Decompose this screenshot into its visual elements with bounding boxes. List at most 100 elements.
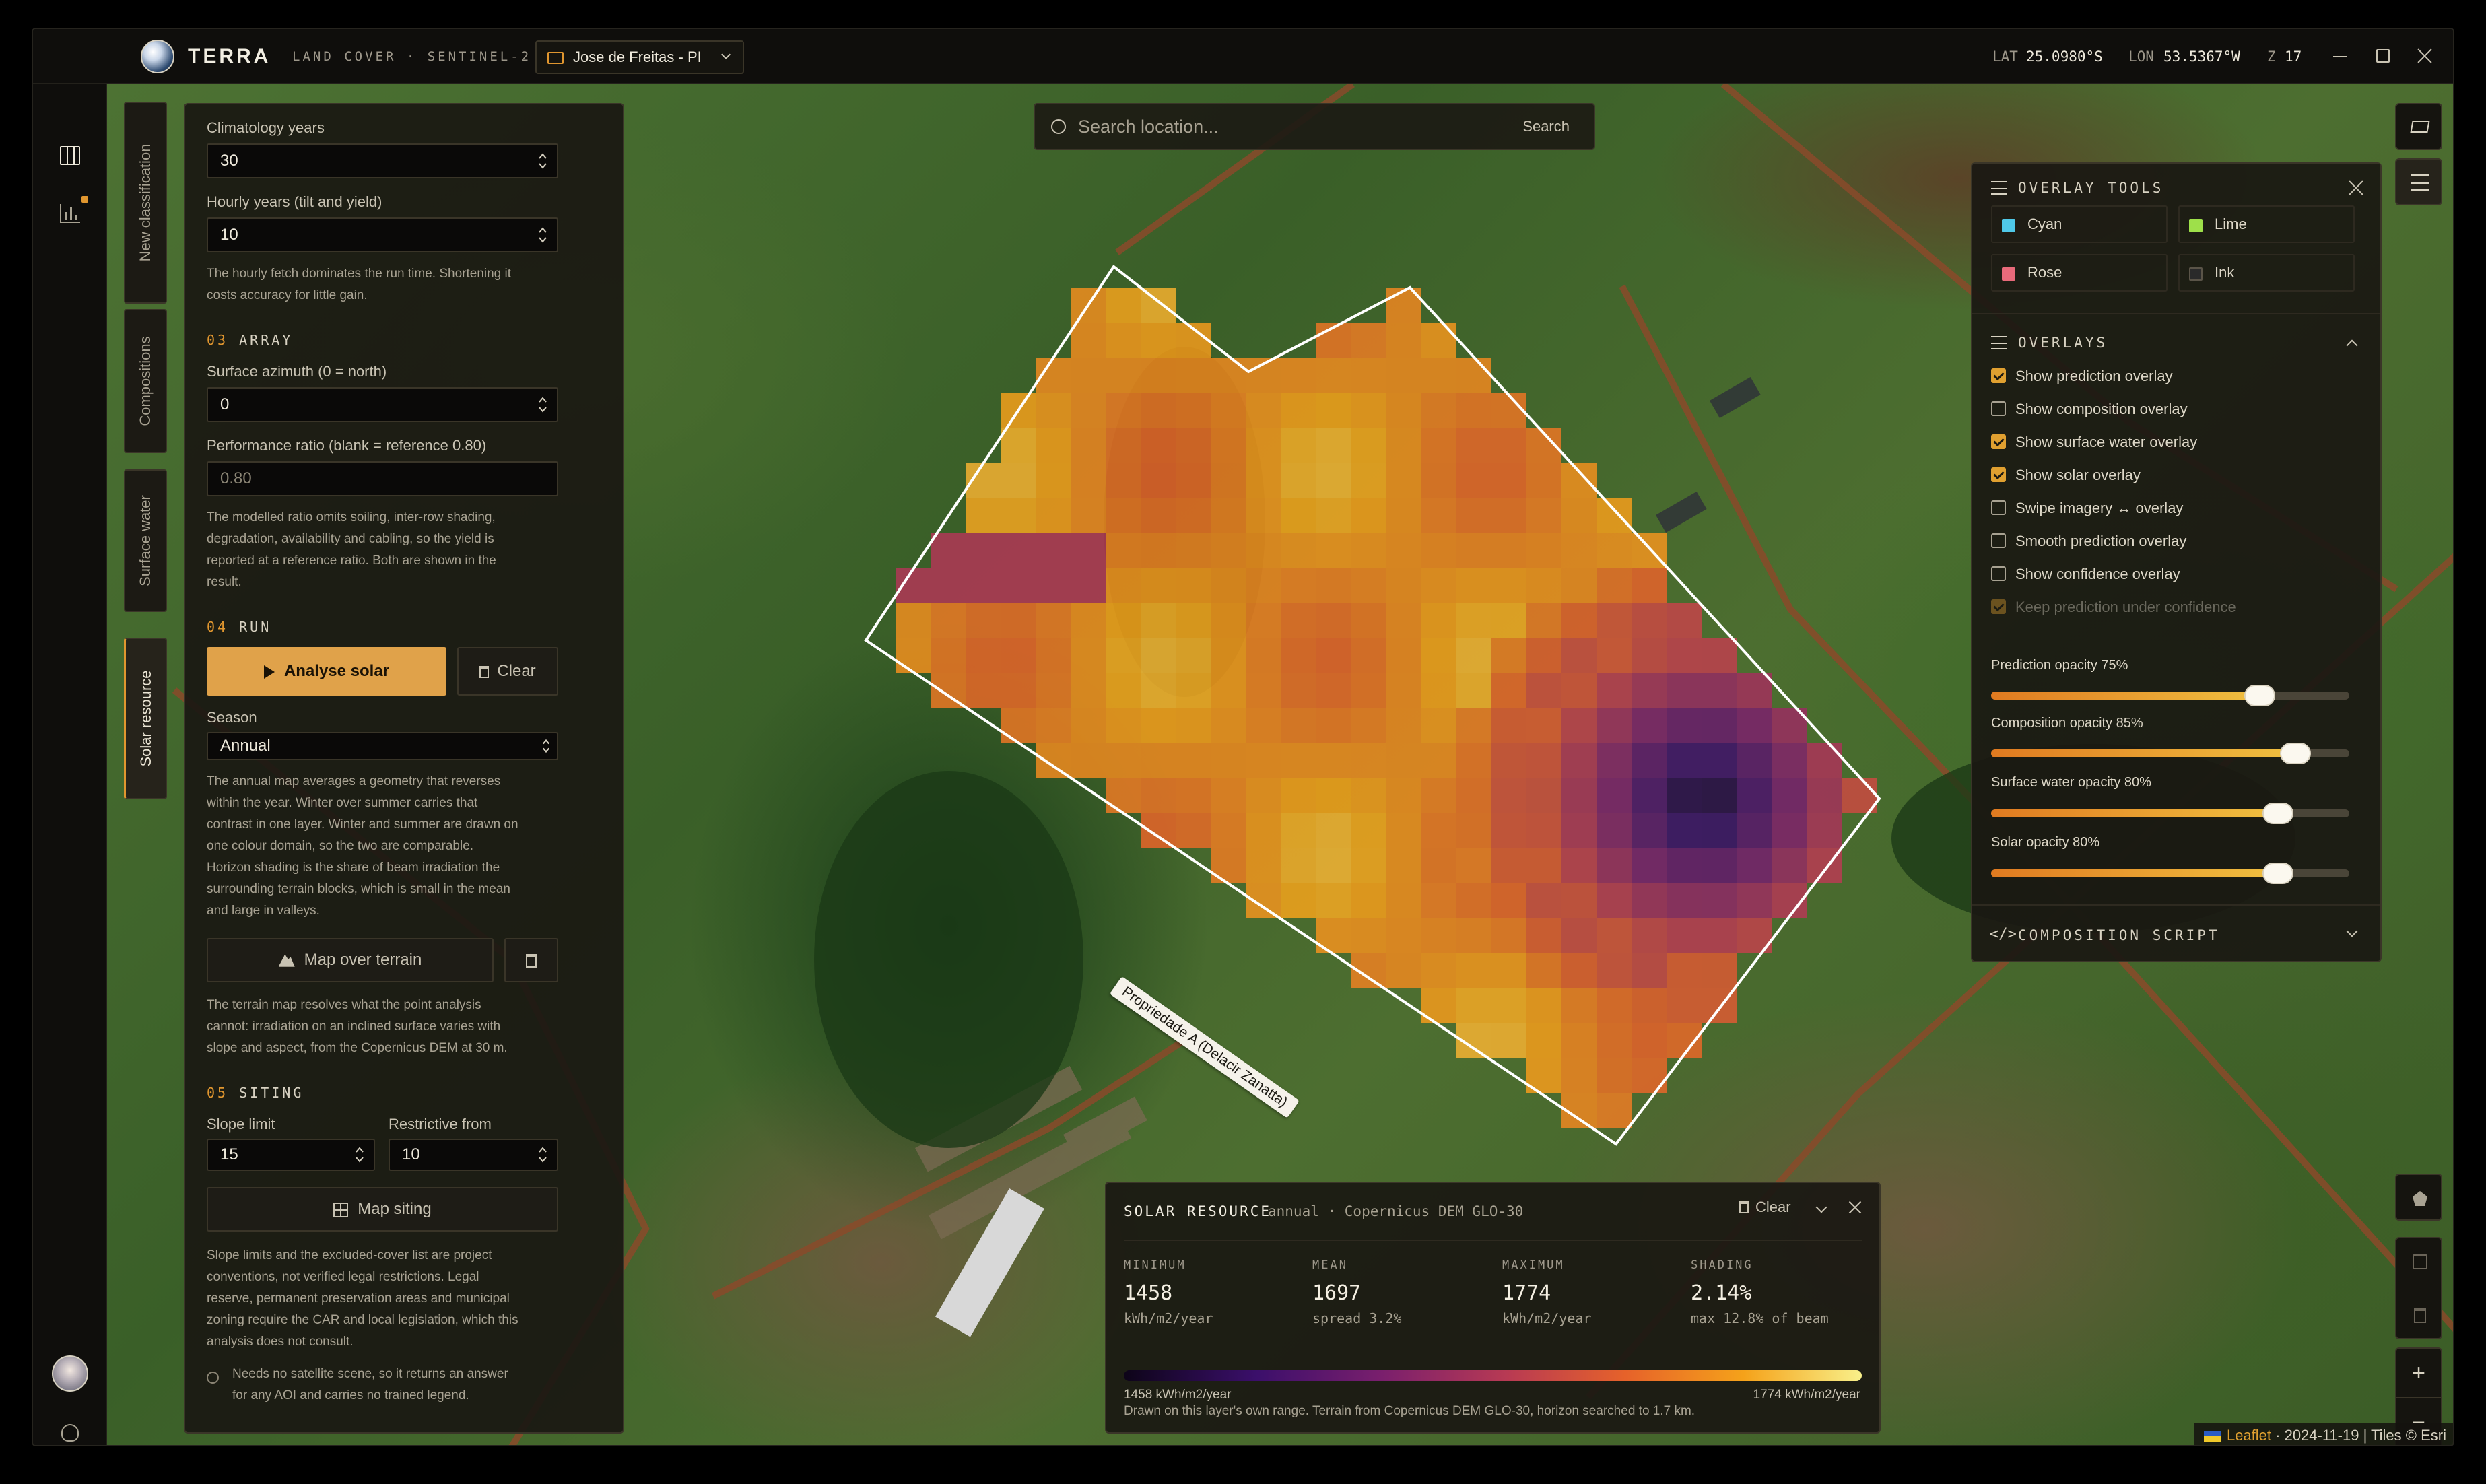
zoom-label: Z [2267,48,2276,65]
app-name: TERRA [188,45,271,67]
overlay-tools-button[interactable] [2395,158,2442,205]
terrain-help: The terrain map resolves what the point … [207,998,508,1055]
surface-water-opacity-slider[interactable] [1991,803,2349,824]
color-swatch-cyan[interactable]: Cyan [1991,205,2168,243]
overlay-toggle-solar[interactable]: Show solar overlay [1972,466,2380,498]
checkbox[interactable] [1991,401,2006,416]
season-select[interactable]: Annual [207,732,558,760]
lat-value: 25.0980°S [2026,48,2103,65]
result-title: SOLAR RESOURCE [1124,1203,1272,1219]
season-help: The annual map averages a geometry that … [207,774,518,918]
result-clear-button[interactable]: Clear [1739,1198,1791,1225]
solar-opacity-slider[interactable] [1991,863,2349,884]
analyse-solar-button[interactable]: Analyse solar [207,647,446,696]
tab-new-classification[interactable]: New classification [124,102,167,304]
flag-icon [2203,1431,2221,1442]
overlay-toggle-prediction[interactable]: Show prediction overlay [1972,367,2380,399]
prediction-opacity-label: Prediction opacity 75% [1991,658,2128,673]
stepper-icon[interactable] [538,152,547,170]
stepper-icon[interactable] [538,1146,547,1163]
clear-button[interactable]: Clear [457,647,558,696]
map-icon[interactable] [60,146,80,165]
hourly-years-input[interactable]: 10 [207,217,558,252]
close-icon[interactable] [1847,1199,1863,1215]
restrictive-from-input[interactable]: 10 [389,1139,558,1171]
layers-icon [2410,121,2430,133]
checkbox[interactable] [1991,533,2006,548]
delete-terrain-button[interactable] [504,938,558,982]
stepper-icon[interactable] [538,226,547,244]
layers-button[interactable] [2395,103,2442,150]
surface-azimuth-input[interactable]: 0 [207,387,558,422]
chart-icon[interactable] [60,204,80,223]
tab-surface-water[interactable]: Surface water [124,469,167,612]
close-window-icon[interactable] [2417,48,2433,64]
map-over-terrain-button[interactable]: Map over terrain [207,938,494,982]
lon-value: 53.5367°W [2163,48,2240,65]
trash-icon [479,665,490,678]
app-logo [141,40,174,73]
map-siting-button[interactable]: Map siting [207,1187,558,1232]
overlay-toggle-confidence[interactable]: Show confidence overlay [1972,565,2380,597]
slope-limit-input[interactable]: 15 [207,1139,375,1171]
slider-knob[interactable] [2262,863,2293,884]
draw-polygon-button[interactable] [2395,1174,2442,1221]
search-button[interactable]: Search [1522,104,1570,149]
zoom-in-button[interactable]: + [2396,1349,2441,1397]
grid-icon [333,1202,349,1217]
checkbox[interactable] [1991,434,2006,449]
climatology-years-input[interactable]: 30 [207,143,558,178]
sun-icon [207,1372,219,1384]
leaflet-link[interactable]: Leaflet [2227,1427,2271,1444]
overlay-toggle-surface-water[interactable]: Show surface water overlay [1972,433,2380,465]
slider-fill [1991,692,2260,700]
legend-min: 1458 kWh/m2/year [1124,1388,1232,1402]
legend-max: 1774 kWh/m2/year [1753,1388,1860,1402]
avatar[interactable] [52,1355,88,1392]
play-icon [263,665,275,679]
prediction-opacity-slider[interactable] [1991,685,2349,706]
maximize-icon[interactable] [2376,49,2390,63]
checkbox[interactable] [1991,368,2006,383]
overlay-toggle-composition[interactable]: Show composition overlay [1972,400,2380,432]
azimuth-label: Surface azimuth (0 = north) [207,363,387,380]
restrictive-label: Restrictive from [389,1116,492,1133]
checkbox [1991,599,2006,614]
overlay-tools-title: OVERLAY TOOLS [2018,180,2164,196]
stepper-icon[interactable] [538,396,547,413]
siting-section-title: 05 SITING [207,1085,304,1101]
edit-icon [2413,1254,2427,1269]
edit-shape-button[interactable] [2395,1237,2442,1339]
checkbox[interactable] [1991,566,2006,581]
github-icon[interactable] [61,1424,79,1442]
color-ramp-legend [1124,1370,1862,1381]
performance-ratio-input[interactable]: 0.80 [207,461,558,496]
stepper-icon[interactable] [355,1146,364,1163]
slider-knob[interactable] [2244,685,2275,706]
sliders-icon [1991,336,2007,349]
slider-knob[interactable] [2262,803,2293,824]
overlay-toggle-swipe[interactable]: Swipe imagery ↔ overlay [1972,499,2380,531]
folder-icon [547,52,564,64]
composition-script-header[interactable]: </> COMPOSITION SCRIPT [1972,911,2380,959]
color-swatch-ink[interactable]: Ink [2178,254,2355,292]
composition-opacity-slider[interactable] [1991,743,2349,764]
cyan-swatch [2002,219,2015,232]
slider-knob[interactable] [2280,743,2312,764]
checkbox[interactable] [1991,467,2006,482]
tab-compositions[interactable]: Compositions [124,309,167,453]
search-bar[interactable]: Search location... Search [1034,103,1595,150]
collapse-chevron-icon[interactable] [1815,1201,1827,1213]
search-icon [1051,119,1066,134]
minimize-icon[interactable] [2333,56,2347,57]
tab-solar-resource[interactable]: Solar resource [124,638,167,799]
notification-dot [81,196,88,203]
project-selector[interactable]: Jose de Freitas - PI [535,40,744,74]
color-swatch-lime[interactable]: Lime [2178,205,2355,243]
overlay-toggle-smooth[interactable]: Smooth prediction overlay [1972,532,2380,564]
close-icon[interactable] [2347,178,2365,197]
search-input[interactable]: Search location... [1078,104,1219,149]
color-swatch-rose[interactable]: Rose [1991,254,2168,292]
checkbox[interactable] [1991,500,2006,515]
chevron-up-icon[interactable] [2346,339,2358,351]
